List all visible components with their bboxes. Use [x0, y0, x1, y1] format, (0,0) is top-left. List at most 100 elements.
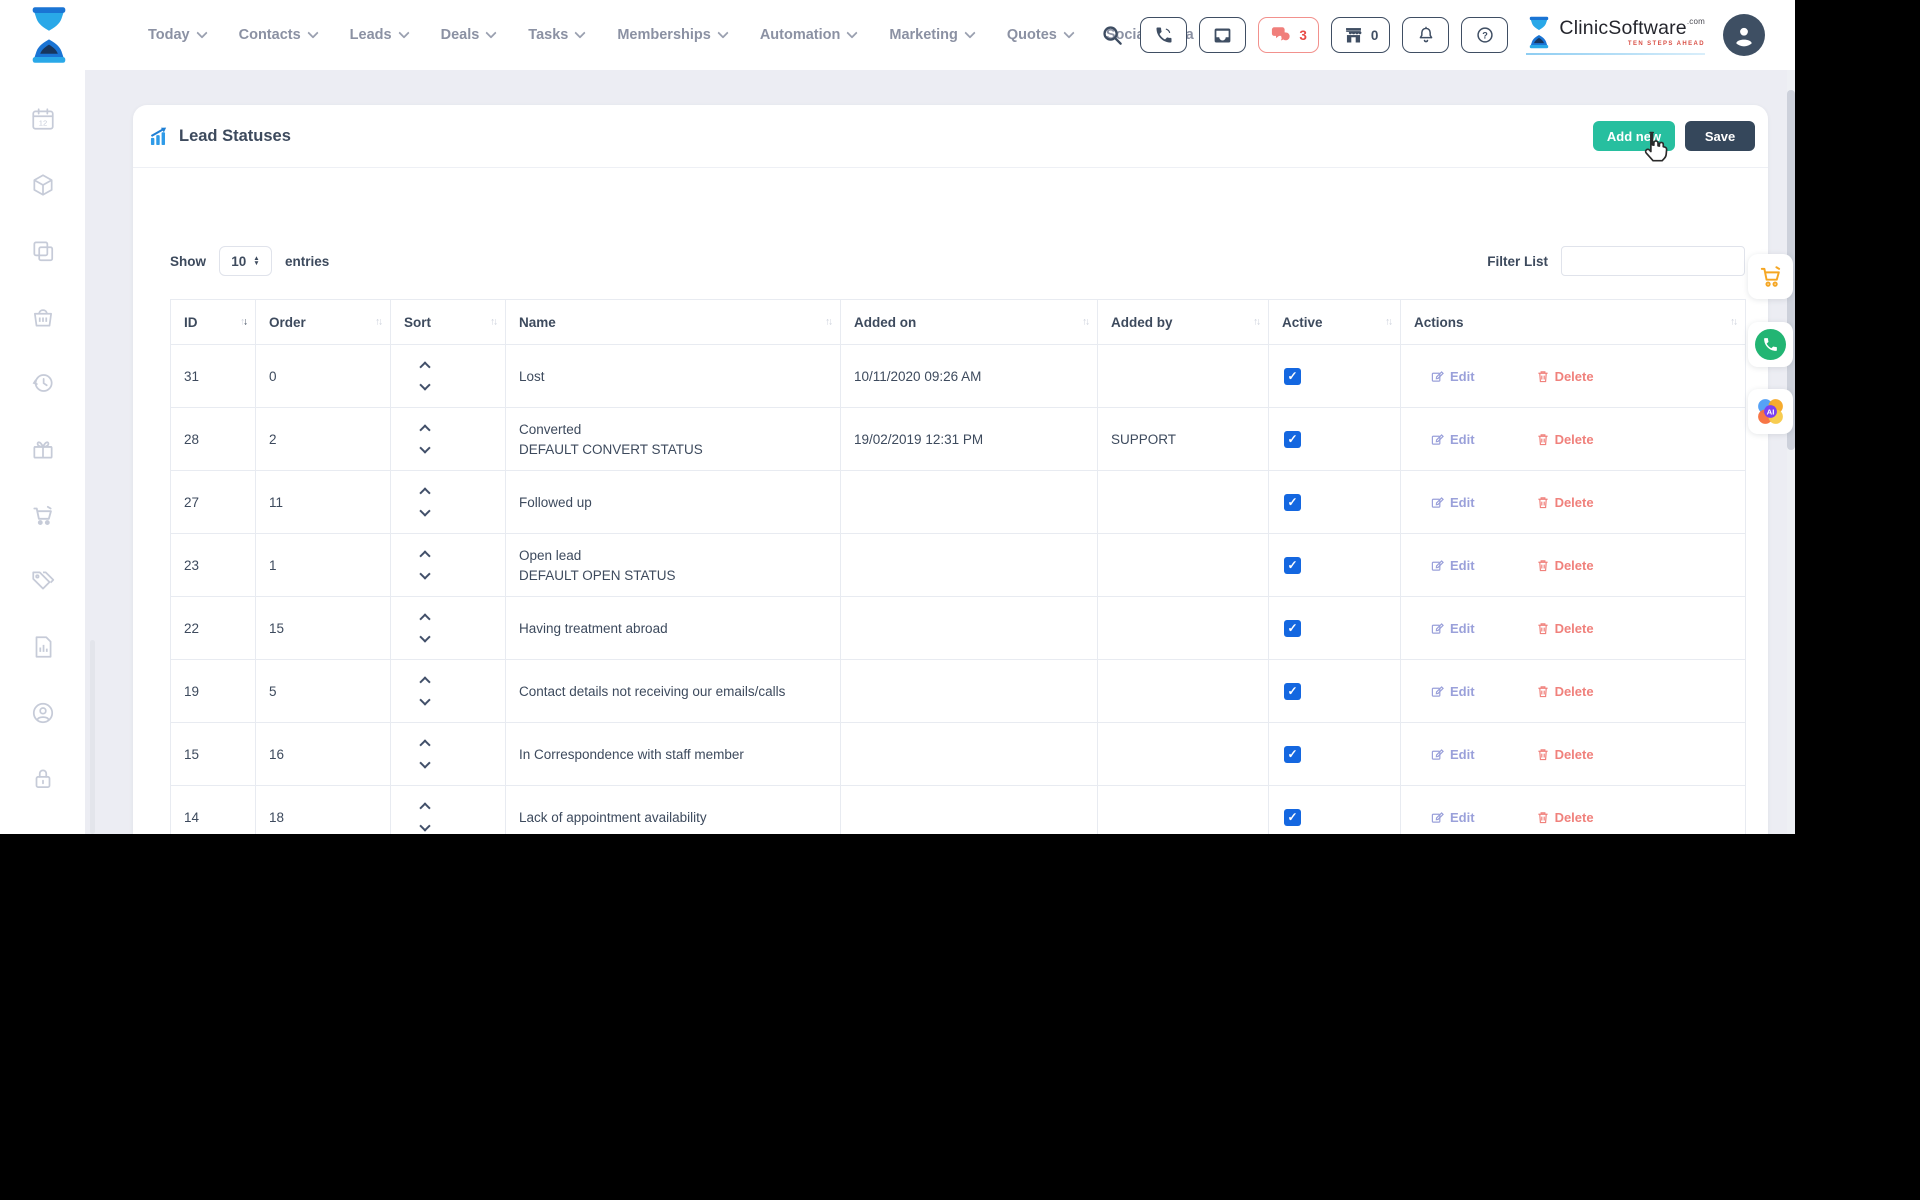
phone-button[interactable] [1140, 17, 1187, 53]
column-header-actions[interactable]: Actions↑↓ [1401, 300, 1746, 345]
nav-item-quotes[interactable]: Quotes [1007, 27, 1073, 43]
cell-id: 22 [171, 597, 256, 660]
select-spinner-icon: ▲▼ [253, 256, 259, 266]
move-up-button[interactable] [419, 739, 430, 750]
edit-button[interactable]: Edit [1431, 558, 1475, 573]
column-header-order[interactable]: Order↑↓ [256, 300, 391, 345]
edit-button[interactable]: Edit [1431, 432, 1475, 447]
move-down-button[interactable] [419, 568, 430, 579]
delete-button[interactable]: Delete [1537, 684, 1594, 699]
store-button[interactable]: 0 [1331, 17, 1391, 53]
chat-button[interactable]: 3 [1258, 17, 1319, 53]
delete-button[interactable]: Delete [1537, 369, 1594, 384]
sidebar-item-lock[interactable] [30, 766, 56, 792]
nav-item-marketing[interactable]: Marketing [889, 27, 974, 43]
move-up-button[interactable] [419, 676, 430, 687]
delete-button[interactable]: Delete [1537, 810, 1594, 825]
cell-order: 16 [256, 723, 391, 786]
floating-cart-button[interactable] [1748, 254, 1793, 299]
edit-button[interactable]: Edit [1431, 747, 1475, 762]
app-window: Today Contacts Leads Deals Tasks Members… [0, 0, 1795, 834]
nav-item-today[interactable]: Today [148, 27, 206, 43]
table-row: 28 2 ConvertedDEFAULT CONVERT STATUS 19/… [171, 408, 1746, 471]
user-avatar[interactable] [1723, 14, 1765, 56]
nav-item-tasks[interactable]: Tasks [528, 27, 584, 43]
column-header-added-on[interactable]: Added on↑↓ [841, 300, 1098, 345]
move-down-button[interactable] [419, 631, 430, 642]
nav-item-deals[interactable]: Deals [441, 27, 496, 43]
active-checkbox[interactable]: ✓ [1284, 746, 1301, 763]
column-header-id[interactable]: ID↑↓ [171, 300, 256, 345]
move-down-button[interactable] [419, 820, 430, 831]
column-header-active[interactable]: Active↑↓ [1269, 300, 1401, 345]
sidebar-item-history[interactable] [30, 370, 56, 396]
move-down-button[interactable] [419, 757, 430, 768]
edit-button[interactable]: Edit [1431, 621, 1475, 636]
edit-button[interactable]: Edit [1431, 810, 1475, 825]
delete-button[interactable]: Delete [1537, 495, 1594, 510]
sidebar-scrollbar-thumb[interactable] [90, 640, 95, 834]
sidebar-item-copy[interactable] [30, 238, 56, 264]
sidebar-item-report[interactable] [30, 634, 56, 660]
cell-actions: Edit Delete [1401, 786, 1746, 835]
add-new-button[interactable]: Add new [1593, 121, 1675, 151]
active-checkbox[interactable]: ✓ [1284, 494, 1301, 511]
cell-name: In Correspondence with staff member [506, 723, 841, 786]
move-down-button[interactable] [419, 505, 430, 516]
move-up-button[interactable] [419, 424, 430, 435]
move-up-button[interactable] [419, 361, 430, 372]
sidebar-item-account[interactable] [30, 700, 56, 726]
edit-button[interactable]: Edit [1431, 495, 1475, 510]
delete-button[interactable]: Delete [1537, 621, 1594, 636]
move-up-button[interactable] [419, 802, 430, 813]
delete-button[interactable]: Delete [1537, 558, 1594, 573]
active-checkbox[interactable]: ✓ [1284, 620, 1301, 637]
sidebar-item-package[interactable] [30, 172, 56, 198]
move-up-button[interactable] [419, 487, 430, 498]
active-checkbox[interactable]: ✓ [1284, 368, 1301, 385]
nav-item-automation[interactable]: Automation [760, 27, 857, 43]
search-icon[interactable] [1101, 24, 1124, 47]
edit-button[interactable]: Edit [1431, 369, 1475, 384]
sidebar-item-tags[interactable] [30, 568, 56, 594]
edit-button[interactable]: Edit [1431, 684, 1475, 699]
bell-button[interactable] [1402, 17, 1449, 53]
move-down-button[interactable] [419, 379, 430, 390]
table-row: 31 0 Lost 10/11/2020 09:26 AM ✓ Edit Del… [171, 345, 1746, 408]
clinicsoftware-logo-icon[interactable] [26, 6, 72, 64]
save-button[interactable]: Save [1685, 121, 1755, 151]
chevron-down-icon [964, 27, 975, 38]
cell-active: ✓ [1269, 786, 1401, 835]
sidebar-item-calendar[interactable]: 12 [30, 106, 56, 132]
sidebar-item-basket[interactable] [30, 304, 56, 330]
active-checkbox[interactable]: ✓ [1284, 557, 1301, 574]
move-down-button[interactable] [419, 694, 430, 705]
active-checkbox[interactable]: ✓ [1284, 431, 1301, 448]
floating-whatsapp-button[interactable] [1748, 322, 1793, 367]
page-size-select[interactable]: 10 ▲▼ [219, 246, 272, 276]
inbox-button[interactable] [1199, 17, 1246, 53]
active-checkbox[interactable]: ✓ [1284, 809, 1301, 826]
column-header-name[interactable]: Name↑↓ [506, 300, 841, 345]
help-button[interactable]: ? [1461, 17, 1508, 53]
move-down-button[interactable] [419, 442, 430, 453]
move-up-button[interactable] [419, 613, 430, 624]
sidebar-item-cart[interactable] [30, 502, 56, 528]
delete-button[interactable]: Delete [1537, 432, 1594, 447]
move-up-button[interactable] [419, 550, 430, 561]
nav-item-memberships[interactable]: Memberships [617, 27, 726, 43]
column-header-added-by[interactable]: Added by↑↓ [1098, 300, 1269, 345]
cell-actions: Edit Delete [1401, 597, 1746, 660]
cell-sort [391, 534, 506, 597]
nav-item-contacts[interactable]: Contacts [239, 27, 317, 43]
delete-button[interactable]: Delete [1537, 747, 1594, 762]
sidebar-item-gift[interactable] [30, 436, 56, 462]
brand-logo[interactable]: ClinicSoftware.com TEN STEPS AHEAD [1526, 16, 1705, 55]
filter-input[interactable] [1561, 246, 1745, 276]
column-header-sort[interactable]: Sort↑↓ [391, 300, 506, 345]
nav-item-leads[interactable]: Leads [350, 27, 408, 43]
cell-actions: Edit Delete [1401, 660, 1746, 723]
floating-ai-button[interactable]: AI [1748, 389, 1793, 434]
active-checkbox[interactable]: ✓ [1284, 683, 1301, 700]
cell-name: Contact details not receiving our emails… [506, 660, 841, 723]
